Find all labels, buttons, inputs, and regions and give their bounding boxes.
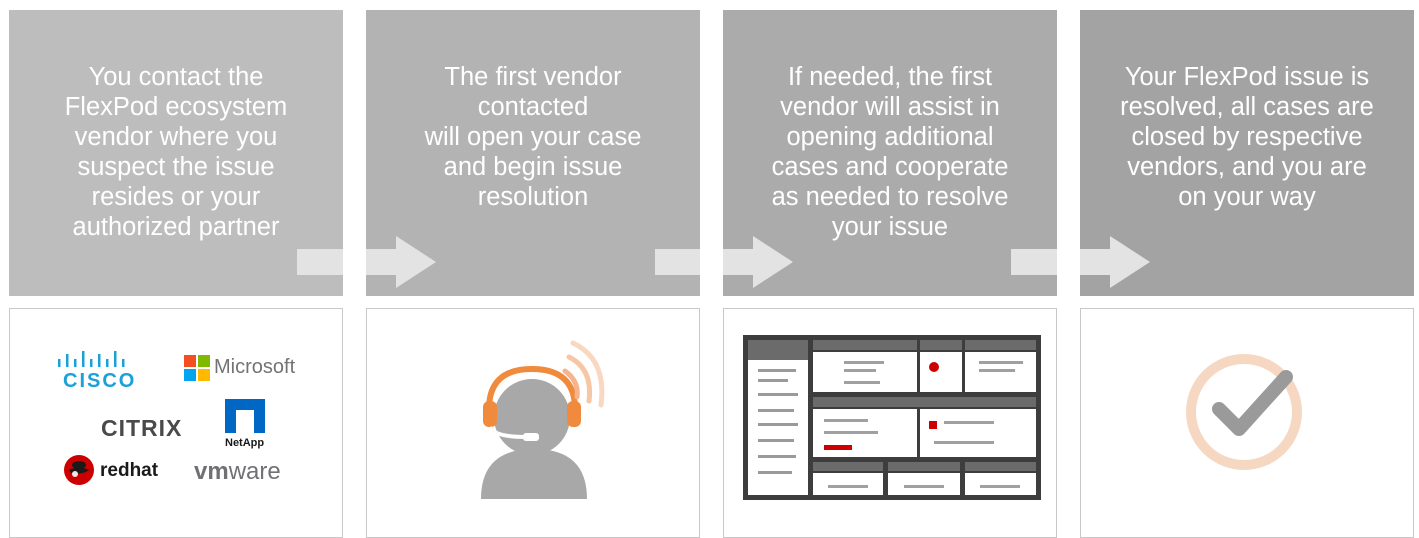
support-agent-card xyxy=(366,308,700,538)
step-4-text: Your FlexPod issue is resolved, all case… xyxy=(1120,63,1374,211)
support-agent-headset-icon xyxy=(481,340,605,499)
arrow-1-tail xyxy=(297,249,343,275)
step-3-text: If needed, the first vendor will assist … xyxy=(771,63,1009,241)
vmware-wordmark-ware: ware xyxy=(228,458,281,485)
citrix-wordmark: CITRIX xyxy=(101,415,183,441)
microsoft-squares-icon xyxy=(184,355,210,381)
step-1-box: You contact the FlexPod ecosystem vendor… xyxy=(9,10,343,296)
redhat-logo: redhat xyxy=(62,454,172,488)
redhat-shadowman-icon xyxy=(64,455,94,485)
cisco-logo: cisco xyxy=(54,349,134,394)
resolved-card xyxy=(1080,308,1414,538)
check-circle-icon xyxy=(1186,354,1302,470)
netapp-n-icon xyxy=(225,399,265,433)
cisco-bars-icon xyxy=(58,351,125,367)
microsoft-logo: Microsoft xyxy=(184,355,304,383)
support-matrix-card xyxy=(723,308,1057,538)
citrix-logo: CITRIX xyxy=(101,415,201,445)
microsoft-wordmark: Microsoft xyxy=(214,356,296,378)
arrow-1-icon xyxy=(396,236,436,288)
arrow-3-tail-b xyxy=(1080,249,1110,275)
arrow-3-icon xyxy=(1110,236,1150,288)
netapp-wordmark: NetApp xyxy=(225,437,265,449)
vendor-logos-card: cisco Microsoft CITRIX NetApp redhat xyxy=(9,308,343,538)
arrow-1-tail-b xyxy=(366,249,396,275)
arrow-3-tail xyxy=(1011,249,1057,275)
support-matrix-thumbnail xyxy=(743,335,1041,500)
step-1-text: You contact the FlexPod ecosystem vendor… xyxy=(64,63,288,241)
arrow-2-icon xyxy=(753,236,793,288)
vmware-wordmark-vm: vm xyxy=(194,458,229,485)
redhat-wordmark: redhat xyxy=(100,460,159,481)
step-2-text: The first vendor contacted will open you… xyxy=(424,63,642,211)
cisco-wordmark: cisco xyxy=(63,370,137,392)
netapp-logo: NetApp xyxy=(220,399,280,455)
arrow-2-tail xyxy=(655,249,700,275)
vmware-logo: vmware xyxy=(194,458,314,488)
arrow-2-tail-b xyxy=(723,249,753,275)
